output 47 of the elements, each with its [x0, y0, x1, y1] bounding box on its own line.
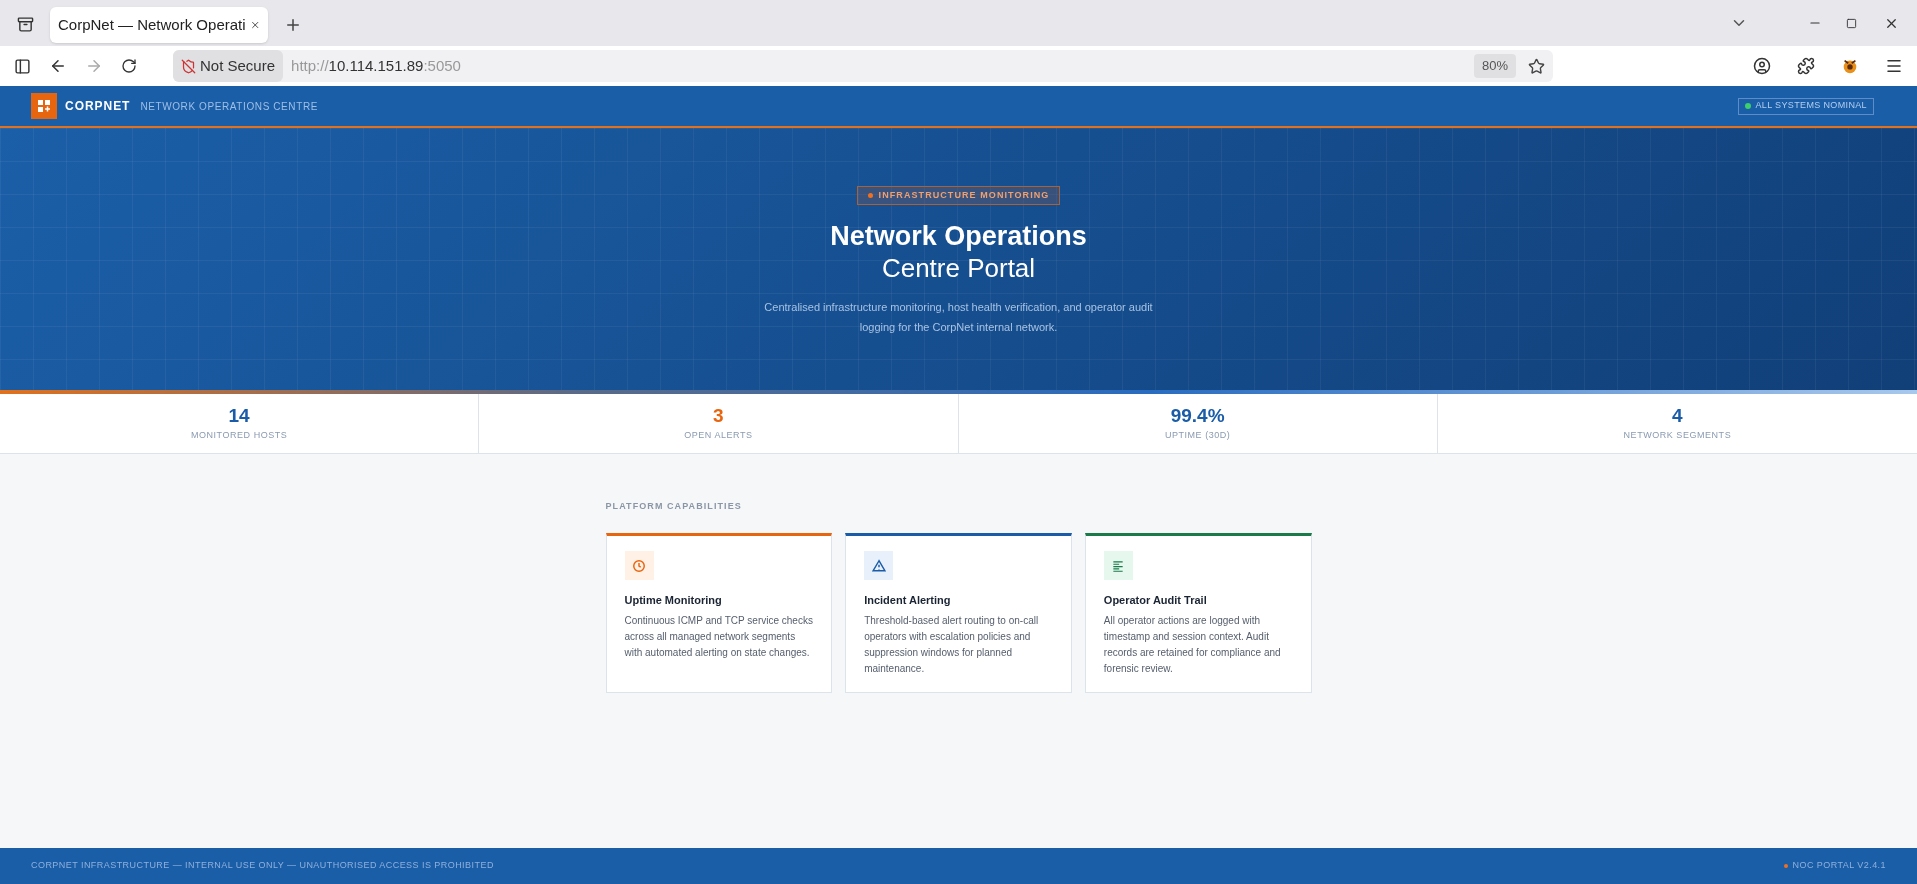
tab-title: CorpNet — Network Operati — [58, 14, 246, 35]
address-bar[interactable]: Not Secure http://10.114.151.89:5050 80% — [173, 50, 1553, 82]
zoom-level[interactable]: 80% — [1473, 54, 1516, 78]
account-icon[interactable] — [1753, 57, 1771, 75]
logo-icon — [31, 93, 57, 119]
extension-icon[interactable] — [1841, 57, 1859, 75]
status-text: ALL SYSTEMS NOMINAL — [1755, 99, 1867, 113]
security-label: Not Secure — [200, 55, 276, 76]
stat-label: UPTIME (30D) — [1164, 428, 1231, 442]
card-title: Uptime Monitoring — [624, 593, 723, 608]
card-description: Threshold-based alert routing to on-call operators with escalation policies and suppression windows for planned maintenance. — [864, 613, 1040, 676]
stat-value: 4 — [1672, 404, 1683, 427]
footer-notice: CORPNET INFRASTRUCTURE — INTERNAL USE ONLY — UNAUTHORISED ACCESS IS PROHIBITED — [31, 859, 494, 873]
new-tab-icon[interactable] — [284, 16, 302, 34]
stat-value: 99.4% — [1170, 404, 1225, 427]
browser-tab[interactable]: CorpNet — Network Operati — [50, 7, 268, 43]
clock-icon — [624, 551, 654, 580]
hero-title: Network Operations — [830, 220, 1087, 252]
brand-name: CORPNET — [65, 98, 131, 115]
list-icon — [1103, 551, 1133, 580]
stat-value: 3 — [713, 404, 724, 427]
sidebar-icon[interactable] — [14, 57, 31, 75]
extensions-icon[interactable] — [1797, 57, 1815, 75]
security-chip[interactable]: Not Secure — [173, 50, 284, 82]
reload-icon[interactable] — [121, 58, 137, 74]
close-icon[interactable] — [1884, 16, 1899, 31]
card-title: Incident Alerting — [864, 593, 952, 608]
card-description: Continuous ICMP and TCP service checks across all managed network segments with automated alerting on state changes. — [624, 613, 814, 660]
back-icon[interactable] — [49, 57, 67, 75]
shield-icon — [181, 58, 196, 74]
alert-icon — [864, 551, 894, 580]
stat-label: OPEN ALERTS — [684, 428, 753, 442]
stat-label: MONITORED HOSTS — [190, 428, 288, 442]
menu-icon[interactable] — [1885, 57, 1903, 75]
section-title: PLATFORM CAPABILITIES — [605, 501, 742, 511]
maximize-icon[interactable] — [1846, 18, 1857, 29]
card-title: Operator Audit Trail — [1103, 593, 1208, 608]
url-text: http://10.114.151.89:5050 — [291, 55, 461, 76]
stat-value: 14 — [228, 404, 250, 427]
card-description: All operator actions are logged with timestamp and session context. Audit records are retained for compliance and forensic review. — [1103, 613, 1282, 676]
badge-text: INFRASTRUCTURE MONITORING — [878, 188, 1050, 202]
footer-version: NOC PORTAL V2.4.1 — [1792, 859, 1886, 873]
bookmark-star-icon[interactable] — [1528, 57, 1545, 75]
brand-subtitle: NETWORK OPERATIONS CENTRE — [140, 99, 318, 114]
hero-description: Centralised infrastructure monitoring, host health verification, and operator audit logging for the CorpNet internal network. — [763, 300, 1154, 335]
hero-subtitle: Centre Portal — [881, 252, 1036, 284]
stat-label: NETWORK SEGMENTS — [1623, 428, 1732, 442]
